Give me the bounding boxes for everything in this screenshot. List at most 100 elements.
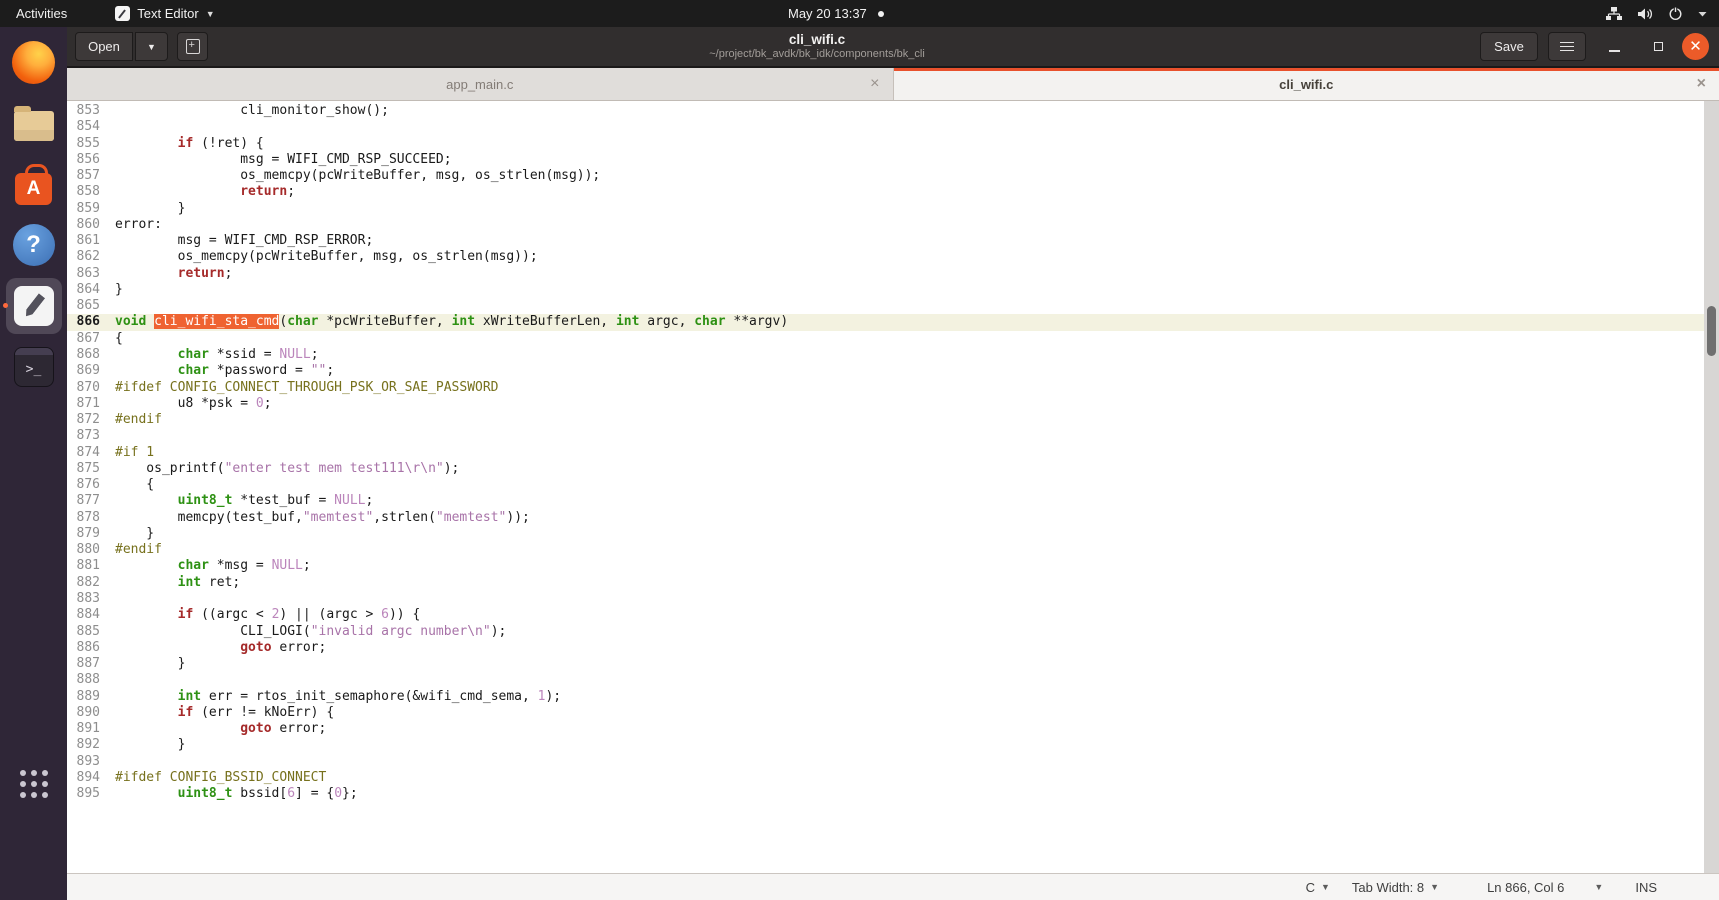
app-menu-button[interactable]: Text Editor ▼ — [107, 0, 222, 27]
code-line[interactable]: 892 } — [67, 737, 1704, 753]
code-line[interactable]: 868 char *ssid = NULL; — [67, 347, 1704, 363]
code-line[interactable]: 877 uint8_t *test_buf = NULL; — [67, 493, 1704, 509]
code-line[interactable]: 867{ — [67, 331, 1704, 347]
code-text[interactable]: goto error; — [109, 721, 326, 737]
scrollbar-thumb[interactable] — [1707, 306, 1716, 356]
code-text[interactable]: if (!ret) { — [109, 136, 264, 152]
code-text[interactable]: return; — [109, 184, 295, 200]
code-line[interactable]: 879 } — [67, 526, 1704, 542]
code-line[interactable]: 880#endif — [67, 542, 1704, 558]
code-line[interactable]: 890 if (err != kNoErr) { — [67, 705, 1704, 721]
code-line[interactable]: 876 { — [67, 477, 1704, 493]
save-button[interactable]: Save — [1480, 32, 1538, 61]
code-text[interactable]: CLI_LOGI("invalid argc number\n"); — [109, 624, 506, 640]
code-line[interactable]: 865 — [67, 298, 1704, 314]
activities-button[interactable]: Activities — [0, 0, 83, 27]
code-text[interactable]: #ifdef CONFIG_CONNECT_THROUGH_PSK_OR_SAE… — [109, 380, 499, 396]
code-text[interactable]: os_memcpy(pcWriteBuffer, msg, os_strlen(… — [109, 249, 538, 265]
code-line[interactable]: 893 — [67, 754, 1704, 770]
tab-width-selector[interactable]: Tab Width: 8 ▼ — [1352, 880, 1439, 895]
code-text[interactable]: uint8_t *test_buf = NULL; — [109, 493, 373, 509]
code-line[interactable]: 891 goto error; — [67, 721, 1704, 737]
code-line[interactable]: 859 } — [67, 201, 1704, 217]
code-text[interactable]: } — [109, 526, 154, 542]
code-text[interactable]: } — [109, 282, 123, 298]
code-text[interactable] — [109, 428, 115, 444]
restore-button[interactable] — [1646, 35, 1670, 59]
code-text[interactable]: } — [109, 656, 185, 672]
open-button[interactable]: Open — [75, 32, 133, 61]
code-text[interactable]: #ifdef CONFIG_BSSID_CONNECT — [109, 770, 326, 786]
dock-item-terminal[interactable]: >_ — [6, 339, 62, 395]
code-line[interactable]: 889 int err = rtos_init_semaphore(&wifi_… — [67, 689, 1704, 705]
code-line[interactable]: 854 — [67, 119, 1704, 135]
code-text[interactable]: int ret; — [109, 575, 240, 591]
code-text[interactable] — [109, 672, 115, 688]
code-line[interactable]: 895 uint8_t bssid[6] = {0}; — [67, 786, 1704, 800]
code-line[interactable]: 887 } — [67, 656, 1704, 672]
position-dropdown-button[interactable]: ▼ — [1594, 882, 1603, 892]
code-line[interactable]: 860error: — [67, 217, 1704, 233]
code-text[interactable]: os_memcpy(pcWriteBuffer, msg, os_strlen(… — [109, 168, 600, 184]
code-text[interactable]: msg = WIFI_CMD_RSP_ERROR; — [109, 233, 373, 249]
code-text[interactable]: char *ssid = NULL; — [109, 347, 319, 363]
code-text[interactable] — [109, 754, 115, 770]
dock-item-firefox[interactable] — [6, 34, 62, 90]
code-text[interactable]: #if 1 — [109, 445, 154, 461]
code-text[interactable]: msg = WIFI_CMD_RSP_SUCCEED; — [109, 152, 452, 168]
code-text[interactable]: #endif — [109, 412, 162, 428]
code-line[interactable]: 855 if (!ret) { — [67, 136, 1704, 152]
hamburger-menu-button[interactable] — [1548, 32, 1586, 61]
code-line[interactable]: 857 os_memcpy(pcWriteBuffer, msg, os_str… — [67, 168, 1704, 184]
vertical-scrollbar[interactable] — [1704, 101, 1719, 873]
code-line[interactable]: 888 — [67, 672, 1704, 688]
code-text[interactable]: #endif — [109, 542, 162, 558]
code-text[interactable]: if ((argc < 2) || (argc > 6)) { — [109, 607, 420, 623]
code-text[interactable]: } — [109, 201, 185, 217]
clock-button[interactable]: May 20 13:37 — [788, 0, 884, 27]
code-text[interactable]: os_printf("enter test mem test111\r\n"); — [109, 461, 459, 477]
code-text[interactable]: if (err != kNoErr) { — [109, 705, 334, 721]
code-line[interactable]: 853 cli_monitor_show(); — [67, 103, 1704, 119]
tab-close-icon[interactable]: × — [1697, 76, 1706, 92]
code-line[interactable]: 870#ifdef CONFIG_CONNECT_THROUGH_PSK_OR_… — [67, 380, 1704, 396]
code-text[interactable] — [109, 298, 115, 314]
code-text[interactable] — [109, 591, 115, 607]
minimize-button[interactable] — [1602, 35, 1626, 59]
code-text[interactable] — [109, 119, 115, 135]
code-line[interactable]: 883 — [67, 591, 1704, 607]
code-line[interactable]: 881 char *msg = NULL; — [67, 558, 1704, 574]
code-editor[interactable]: 853 cli_monitor_show();854855 if (!ret) … — [67, 103, 1704, 800]
language-selector[interactable]: C ▼ — [1306, 880, 1330, 895]
code-line[interactable]: 856 msg = WIFI_CMD_RSP_SUCCEED; — [67, 152, 1704, 168]
code-line[interactable]: 886 goto error; — [67, 640, 1704, 656]
code-line[interactable]: 874#if 1 — [67, 445, 1704, 461]
code-text[interactable]: char *msg = NULL; — [109, 558, 311, 574]
dock-item-help[interactable]: ? — [6, 217, 62, 273]
code-line[interactable]: 864} — [67, 282, 1704, 298]
show-applications-button[interactable] — [6, 756, 62, 812]
code-line[interactable]: 866void cli_wifi_sta_cmd(char *pcWriteBu… — [67, 314, 1704, 330]
code-text[interactable]: error: — [109, 217, 162, 233]
code-line[interactable]: 894#ifdef CONFIG_BSSID_CONNECT — [67, 770, 1704, 786]
selected-text[interactable]: cli_wifi_sta_cmd — [154, 314, 279, 329]
new-document-button[interactable] — [177, 32, 208, 61]
code-text[interactable]: u8 *psk = 0; — [109, 396, 272, 412]
code-text[interactable]: memcpy(test_buf,"memtest",strlen("memtes… — [109, 510, 530, 526]
dock-item-files[interactable] — [6, 95, 62, 151]
dock-item-text-editor[interactable] — [6, 278, 62, 334]
tab-cli_wifi-c[interactable]: cli_wifi.c× — [894, 68, 1719, 100]
code-text[interactable]: void cli_wifi_sta_cmd(char *pcWriteBuffe… — [109, 314, 788, 330]
tab-app_main-c[interactable]: app_main.c× — [67, 68, 894, 100]
code-line[interactable]: 873 — [67, 428, 1704, 444]
code-line[interactable]: 884 if ((argc < 2) || (argc > 6)) { — [67, 607, 1704, 623]
code-line[interactable]: 862 os_memcpy(pcWriteBuffer, msg, os_str… — [67, 249, 1704, 265]
code-text[interactable]: char *password = ""; — [109, 363, 334, 379]
dock-item-ubuntu-software[interactable]: A — [6, 156, 62, 212]
code-line[interactable]: 885 CLI_LOGI("invalid argc number\n"); — [67, 624, 1704, 640]
code-text[interactable]: { — [109, 477, 154, 493]
code-line[interactable]: 875 os_printf("enter test mem test111\r\… — [67, 461, 1704, 477]
code-text[interactable]: goto error; — [109, 640, 326, 656]
code-line[interactable]: 858 return; — [67, 184, 1704, 200]
open-dropdown-button[interactable]: ▼ — [135, 32, 168, 61]
